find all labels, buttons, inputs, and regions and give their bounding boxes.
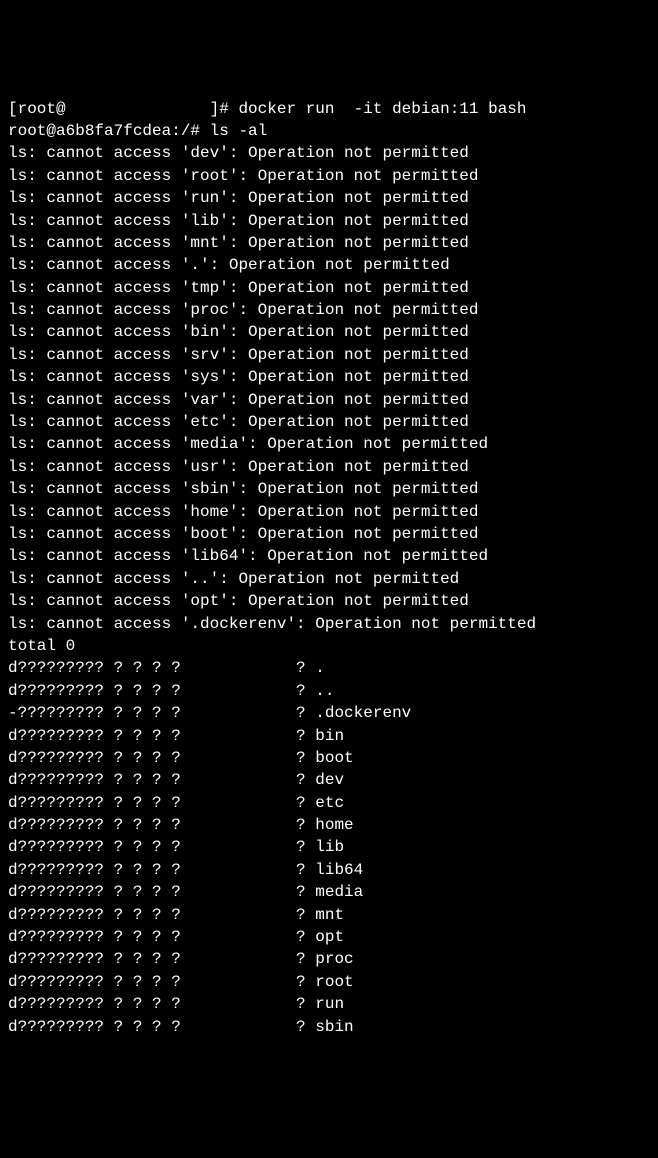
total-line: total 0 — [8, 635, 650, 657]
error-line: ls: cannot access '..': Operation not pe… — [8, 568, 650, 590]
container-prompt: root@a6b8fa7fcdea:/# — [8, 122, 210, 140]
listing-line: d????????? ? ? ? ? ? lib64 — [8, 859, 650, 881]
listing-line: d????????? ? ? ? ? ? root — [8, 971, 650, 993]
error-line: ls: cannot access 'tmp': Operation not p… — [8, 277, 650, 299]
error-line: ls: cannot access 'mnt': Operation not p… — [8, 232, 650, 254]
error-line: ls: cannot access 'home': Operation not … — [8, 501, 650, 523]
error-line: ls: cannot access 'lib': Operation not p… — [8, 210, 650, 232]
listing-line: d????????? ? ? ? ? ? opt — [8, 926, 650, 948]
listing-line: d????????? ? ? ? ? ? media — [8, 881, 650, 903]
error-line: ls: cannot access 'var': Operation not p… — [8, 389, 650, 411]
error-line: ls: cannot access 'srv': Operation not p… — [8, 344, 650, 366]
error-line: ls: cannot access 'sbin': Operation not … — [8, 478, 650, 500]
terminal-window[interactable]: [root@ ]# docker run -it debian:11 bashr… — [8, 98, 650, 1038]
listing-line: d????????? ? ? ? ? ? . — [8, 657, 650, 679]
listing-line: d????????? ? ? ? ? ? mnt — [8, 904, 650, 926]
container-command: ls -al — [210, 122, 268, 140]
listing-line: d????????? ? ? ? ? ? .. — [8, 680, 650, 702]
listing-line: d????????? ? ? ? ? ? lib — [8, 836, 650, 858]
error-line: ls: cannot access 'sys': Operation not p… — [8, 366, 650, 388]
error-line: ls: cannot access 'usr': Operation not p… — [8, 456, 650, 478]
listing-line: d????????? ? ? ? ? ? dev — [8, 769, 650, 791]
listing-line: d????????? ? ? ? ? ? run — [8, 993, 650, 1015]
host-prompt-prefix: [root@ — [8, 100, 66, 118]
error-line: ls: cannot access 'dev': Operation not p… — [8, 142, 650, 164]
error-line: ls: cannot access 'lib64': Operation not… — [8, 545, 650, 567]
error-line: ls: cannot access '.': Operation not per… — [8, 254, 650, 276]
host-command: docker run -it debian:11 bash — [238, 100, 526, 118]
host-prompt-line: [root@ ]# docker run -it debian:11 bash — [8, 98, 650, 120]
listing-line: d????????? ? ? ? ? ? proc — [8, 948, 650, 970]
error-line: ls: cannot access 'opt': Operation not p… — [8, 590, 650, 612]
error-line: ls: cannot access 'bin': Operation not p… — [8, 321, 650, 343]
error-line: ls: cannot access 'etc': Operation not p… — [8, 411, 650, 433]
error-line: ls: cannot access 'media': Operation not… — [8, 433, 650, 455]
error-line: ls: cannot access 'boot': Operation not … — [8, 523, 650, 545]
container-prompt-line: root@a6b8fa7fcdea:/# ls -al — [8, 120, 650, 142]
listing-line: -????????? ? ? ? ? ? .dockerenv — [8, 702, 650, 724]
error-line: ls: cannot access 'proc': Operation not … — [8, 299, 650, 321]
listing-line: d????????? ? ? ? ? ? boot — [8, 747, 650, 769]
host-prompt-suffix: ]# — [210, 100, 239, 118]
listing-line: d????????? ? ? ? ? ? home — [8, 814, 650, 836]
error-line: ls: cannot access 'root': Operation not … — [8, 165, 650, 187]
redacted-hostname — [66, 100, 210, 118]
error-line: ls: cannot access 'run': Operation not p… — [8, 187, 650, 209]
error-line: ls: cannot access '.dockerenv': Operatio… — [8, 613, 650, 635]
listing-line: d????????? ? ? ? ? ? etc — [8, 792, 650, 814]
listing-line: d????????? ? ? ? ? ? bin — [8, 725, 650, 747]
listing-line: d????????? ? ? ? ? ? sbin — [8, 1016, 650, 1038]
